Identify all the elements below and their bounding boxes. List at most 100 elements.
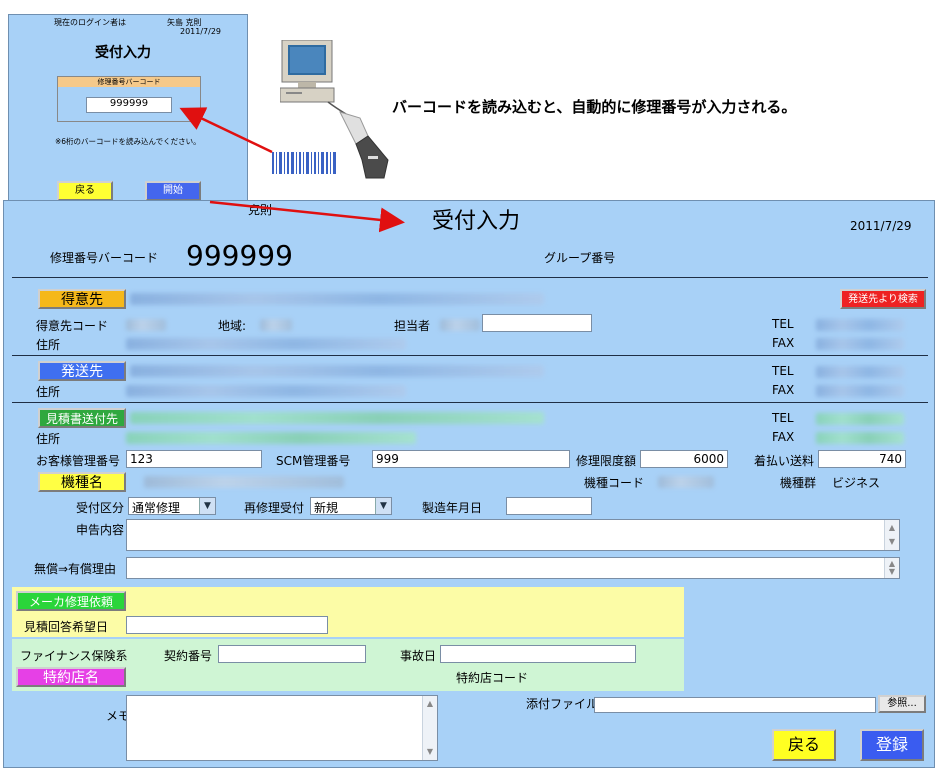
dialog-back-button[interactable]: 戻る	[57, 181, 113, 201]
ship-address-label: 住所	[36, 385, 61, 399]
customer-code-field	[126, 319, 166, 331]
login-label: 現在のログイン者は	[54, 18, 126, 27]
annotation-text: バーコードを読み込むと、自動的に修理番号が入力される。	[392, 98, 797, 116]
ship-address-field	[126, 385, 406, 397]
model-code-label: 機種コード	[584, 476, 645, 490]
mfg-date-input[interactable]	[506, 497, 592, 515]
ship-tel-label: TEL	[772, 364, 794, 378]
scm-label: SCM管理番号	[276, 454, 351, 468]
divider-1	[12, 277, 928, 278]
divider-3	[12, 402, 928, 403]
chevron-down-icon[interactable]: ▼	[375, 498, 391, 514]
barcode-label-icon	[272, 152, 338, 174]
estimate-fax-label: FAX	[772, 430, 795, 444]
maker-request-button[interactable]: メーカ修理依頼	[16, 591, 126, 611]
estimate-fax-field	[816, 432, 904, 444]
ship-fax-field	[816, 385, 904, 397]
complaint-textarea[interactable]: ▲ ▼	[126, 519, 900, 551]
small-dialog: 現在のログイン者は 矢島 克則 2011/7/29 受付入力 修理番号バーコード…	[8, 14, 248, 204]
register-button[interactable]: 登録	[860, 729, 924, 761]
model-button[interactable]: 機種名	[38, 472, 126, 492]
barcode-value: 999999	[186, 239, 293, 272]
barcode-box: 修理番号バーコード 999999	[57, 76, 201, 122]
re-repair-value: 新規	[314, 501, 339, 515]
ship-tel-field	[816, 366, 904, 378]
main-title: 受付入力	[432, 209, 521, 234]
person-input[interactable]	[482, 314, 592, 332]
ship-name-field	[130, 365, 544, 377]
dialog-date: 2011/7/29	[180, 27, 222, 36]
dealer-code-label: 特約店コード	[456, 671, 529, 685]
estimate-tel-label: TEL	[772, 411, 794, 425]
cod-fee-input[interactable]: 740	[818, 450, 906, 468]
estimate-reply-label: 見積回答希望日	[24, 620, 109, 634]
group-number-label: グループ番号	[544, 251, 616, 265]
person-label: 担当者	[394, 319, 431, 333]
ship-fax-label: FAX	[772, 383, 795, 397]
customer-tel-field	[816, 319, 904, 331]
main-date: 2011/7/29	[850, 219, 912, 233]
main-window: 克則 受付入力 2011/7/29 修理番号バーコード 999999 グループ番…	[3, 200, 935, 768]
estimate-reply-input[interactable]	[126, 616, 328, 634]
repair-limit-label: 修理限度額	[576, 454, 637, 468]
re-repair-select[interactable]: 新規 ▼	[310, 497, 392, 515]
reception-type-select[interactable]: 通常修理 ▼	[128, 497, 216, 515]
estimate-address-field	[126, 432, 416, 444]
cod-fee-label: 着払い送料	[754, 454, 815, 468]
complaint-label: 申告内容	[76, 523, 125, 537]
divider-2	[12, 355, 928, 356]
estimate-name-field	[130, 412, 544, 424]
chevron-down-icon[interactable]: ▼	[199, 498, 215, 514]
customer-name-field	[130, 293, 544, 305]
reception-type-label: 受付区分	[76, 501, 125, 515]
person-field	[440, 319, 480, 331]
customer-fax-label: FAX	[772, 336, 795, 350]
model-name-field	[144, 476, 344, 488]
repair-limit-input[interactable]: 6000	[640, 450, 728, 468]
re-repair-label: 再修理受付	[244, 501, 305, 515]
ship-button[interactable]: 発送先	[38, 361, 126, 381]
scrollbar[interactable]: ▲ ▼	[884, 520, 899, 550]
attachment-input[interactable]	[594, 697, 876, 713]
reception-type-value: 通常修理	[132, 501, 181, 515]
main-partial-text: 克則	[248, 203, 273, 217]
contract-label: 契約番号	[164, 649, 213, 663]
search-from-ship-button[interactable]: 発送先より検索	[840, 289, 926, 309]
dialog-title: 受付入力	[95, 45, 151, 61]
free-to-paid-textarea[interactable]: ▲ ▼	[126, 557, 900, 579]
region-label: 地域:	[218, 319, 247, 333]
dialog-note: ※6桁のバーコードを読み込んでください。	[55, 137, 201, 146]
customer-mgmt-label: お客様管理番号	[36, 454, 121, 468]
browse-button[interactable]: 参照...	[878, 695, 926, 713]
finance-label: ファイナンス保険系	[20, 649, 128, 663]
barcode-input[interactable]: 999999	[86, 97, 172, 113]
barcode-header: 修理番号バーコード	[58, 77, 200, 87]
scrollbar[interactable]: ▲ ▼	[884, 558, 899, 578]
customer-code-label: 得意先コード	[36, 319, 109, 333]
model-group-value: ビジネス	[832, 476, 881, 490]
customer-address-field	[126, 338, 406, 350]
back-button[interactable]: 戻る	[772, 729, 836, 761]
memo-textarea[interactable]: ▲ ▼	[126, 695, 438, 761]
customer-address-label: 住所	[36, 338, 61, 352]
attachment-label: 添付ファイル	[526, 697, 599, 711]
estimate-button[interactable]: 見積書送付先	[38, 408, 126, 428]
dialog-start-button[interactable]: 開始	[145, 181, 201, 201]
customer-button[interactable]: 得意先	[38, 289, 126, 309]
scrollbar[interactable]: ▲ ▼	[422, 696, 437, 760]
scm-input[interactable]: 999	[372, 450, 570, 468]
free-to-paid-label: 無償⇒有償理由	[34, 562, 117, 576]
accident-input[interactable]	[440, 645, 636, 663]
barcode-label: 修理番号バーコード	[50, 251, 159, 265]
model-group-label: 機種群	[780, 476, 817, 490]
dealer-button[interactable]: 特約店名	[16, 667, 126, 687]
estimate-address-label: 住所	[36, 432, 61, 446]
customer-mgmt-input[interactable]: 123	[126, 450, 262, 468]
estimate-tel-field	[816, 413, 904, 425]
region-field	[260, 319, 292, 331]
customer-tel-label: TEL	[772, 317, 794, 331]
model-code-field	[658, 476, 714, 488]
customer-fax-field	[816, 338, 904, 350]
contract-input[interactable]	[218, 645, 366, 663]
mfg-date-label: 製造年月日	[422, 501, 483, 515]
